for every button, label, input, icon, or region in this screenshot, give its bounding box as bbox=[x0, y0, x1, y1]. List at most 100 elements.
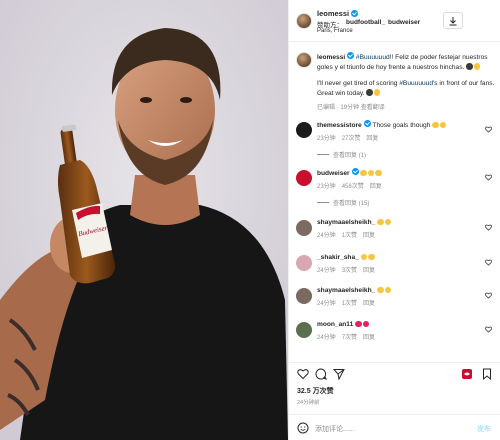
add-comment-input[interactable]: 添加评论...... bbox=[315, 424, 355, 434]
comment-meta: 24分钟 3次赞 回复 bbox=[317, 265, 482, 274]
caption-hashtag[interactable]: #Buuuuuud bbox=[356, 54, 390, 61]
emoji-icon bbox=[367, 169, 375, 176]
commenter-username[interactable]: shaymaaelsheikh_ bbox=[317, 219, 375, 226]
caption-time: 19分钟 bbox=[340, 105, 360, 111]
commenter-avatar[interactable] bbox=[296, 122, 312, 138]
comment-like-heart-icon[interactable] bbox=[485, 224, 492, 231]
reply-button[interactable]: 回复 bbox=[370, 181, 382, 190]
post-photo[interactable]: Budweiser bbox=[0, 0, 288, 440]
soccer-ball-emoji-icon bbox=[366, 89, 373, 96]
comment-like-heart-icon[interactable] bbox=[485, 174, 492, 181]
author-username[interactable]: leomessi bbox=[317, 9, 349, 18]
verified-badge-icon bbox=[351, 10, 359, 17]
verified-badge-icon bbox=[351, 168, 359, 175]
commenter-username[interactable]: moon_an11 bbox=[317, 321, 353, 328]
clapping-hands-emoji-icon bbox=[373, 89, 381, 96]
comment-line: moon_an11 bbox=[317, 320, 482, 329]
comment-line: budweiser bbox=[317, 168, 482, 178]
author-name-row: leomessi bbox=[317, 9, 359, 18]
post-actions bbox=[289, 362, 500, 382]
see-translation-label[interactable]: 查看翻译 bbox=[361, 105, 385, 111]
caption-username[interactable]: leomessi bbox=[317, 54, 345, 61]
add-comment-bar: 添加评论...... 发布 bbox=[289, 414, 500, 440]
commenter-avatar[interactable] bbox=[296, 220, 312, 236]
emoji-icon bbox=[360, 169, 367, 176]
emoji-icon bbox=[384, 286, 392, 293]
comment-meta: 24分钟 1次赞 回复 bbox=[317, 298, 482, 307]
view-replies-button[interactable]: 查看回复 (1) bbox=[317, 150, 482, 159]
comment-like-heart-icon[interactable] bbox=[485, 259, 492, 266]
verified-badge-icon bbox=[347, 52, 355, 59]
commenter-username[interactable]: themessistore bbox=[317, 122, 362, 129]
comment-text: Those goals though bbox=[372, 122, 431, 129]
likes-count[interactable]: 32.5 万次赞 bbox=[297, 386, 334, 396]
comment-body: themessistore Those goals though 23分钟 27次… bbox=[317, 120, 482, 159]
commenter-username[interactable]: _shakir_sha_ bbox=[317, 254, 359, 261]
comment-like-heart-icon[interactable] bbox=[485, 126, 492, 133]
emoji-smile-icon[interactable] bbox=[297, 422, 309, 434]
share-send-icon[interactable] bbox=[333, 368, 345, 380]
emoji-icon bbox=[384, 218, 392, 225]
comment-like-heart-icon[interactable] bbox=[485, 326, 492, 333]
comment-meta: 24分钟 1次赞 回复 bbox=[317, 230, 482, 239]
comment-body: moon_an11 24分钟 7次赞 回复 bbox=[317, 320, 482, 341]
commenter-avatar[interactable] bbox=[296, 288, 312, 304]
sponsor-partner-link[interactable]: budweiser bbox=[388, 19, 420, 29]
commenter-username[interactable]: budweiser bbox=[317, 170, 350, 177]
commenter-username[interactable]: shaymaaelsheikh_ bbox=[317, 287, 375, 294]
messi-photo-illustration bbox=[0, 0, 288, 440]
comment-time: 23分钟 bbox=[317, 136, 336, 142]
comment-likes[interactable]: 1次赞 bbox=[342, 230, 357, 239]
caption-text-en-1: I'll never get tired of scoring bbox=[317, 80, 400, 87]
comment-likes[interactable]: 3次赞 bbox=[342, 265, 357, 274]
replies-dash bbox=[317, 202, 329, 203]
comment-body: _shakir_sha_ 24分钟 3次赞 回复 bbox=[317, 253, 482, 274]
view-replies-button[interactable]: 查看回复 (15) bbox=[317, 198, 482, 207]
caption-avatar[interactable] bbox=[296, 52, 312, 68]
comment-meta: 23分钟 458次赞 回复 bbox=[317, 181, 482, 190]
caption-meta: 已编辑 · 19分钟 查看翻译 bbox=[317, 105, 385, 111]
view-replies-label: 查看回复 (1) bbox=[333, 153, 367, 159]
post-comment-button[interactable]: 发布 bbox=[477, 424, 491, 434]
author-avatar[interactable] bbox=[296, 13, 312, 29]
emoji-icon bbox=[377, 218, 384, 225]
comment-likes[interactable]: 27次赞 bbox=[342, 133, 361, 142]
clapping-hands-emoji-icon bbox=[473, 63, 481, 70]
caption-hashtag-2[interactable]: #Buuuuuud bbox=[399, 80, 433, 87]
commenter-avatar[interactable] bbox=[296, 170, 312, 186]
caption-text: leomessi #Buuuuuud!! Feliz de poder fest… bbox=[317, 52, 495, 98]
emoji-icon bbox=[439, 121, 447, 128]
comment-likes[interactable]: 1次赞 bbox=[342, 298, 357, 307]
post-header: leomessi 赞助方： budfootball_ budweiser Par… bbox=[289, 0, 500, 42]
reply-button[interactable]: 回复 bbox=[363, 230, 375, 239]
comment-body: shaymaaelsheikh_ 24分钟 1次赞 回复 bbox=[317, 218, 482, 239]
comment-icon[interactable] bbox=[315, 368, 327, 380]
comment-meta: 24分钟 7次赞 回复 bbox=[317, 332, 482, 341]
reply-button[interactable]: 回复 bbox=[363, 332, 375, 341]
reply-button[interactable]: 回复 bbox=[363, 298, 375, 307]
comment-time: 24分钟 bbox=[317, 268, 336, 274]
reply-button[interactable]: 回复 bbox=[363, 265, 375, 274]
download-icon bbox=[449, 16, 457, 25]
commenter-avatar[interactable] bbox=[296, 322, 312, 338]
comment-line: themessistore Those goals though bbox=[317, 120, 482, 130]
comment-time: 24分钟 bbox=[317, 233, 336, 239]
comment-meta: 23分钟 27次赞 回复 bbox=[317, 133, 482, 142]
comment-likes[interactable]: 458次赞 bbox=[342, 181, 364, 190]
comment-time: 23分钟 bbox=[317, 184, 336, 190]
save-bookmark-icon[interactable] bbox=[481, 368, 493, 380]
comment-likes[interactable]: 7次赞 bbox=[342, 332, 357, 341]
comment-time: 24分钟 bbox=[317, 335, 336, 341]
budweiser-brand-icon[interactable] bbox=[461, 368, 473, 380]
comment-line: shaymaaelsheikh_ bbox=[317, 286, 482, 295]
download-button[interactable] bbox=[443, 12, 463, 29]
like-heart-icon[interactable] bbox=[297, 368, 309, 380]
reply-button[interactable]: 回复 bbox=[366, 133, 378, 142]
soccer-ball-emoji-icon bbox=[466, 63, 473, 70]
emoji-icon bbox=[368, 253, 375, 260]
commenter-avatar[interactable] bbox=[296, 255, 312, 271]
comment-like-heart-icon[interactable] bbox=[485, 292, 492, 299]
comment-time: 24分钟 bbox=[317, 301, 336, 307]
post-side-panel: leomessi 赞助方： budfootball_ budweiser Par… bbox=[288, 0, 500, 440]
post-location[interactable]: Paris, France bbox=[317, 28, 353, 34]
